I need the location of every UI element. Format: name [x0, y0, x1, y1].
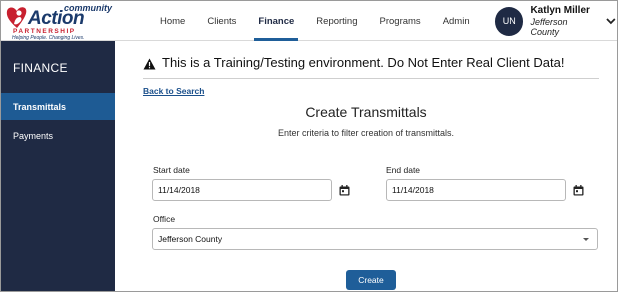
nav-clients[interactable]: Clients: [196, 1, 247, 41]
main-content: This is a Training/Testing environment. …: [115, 41, 617, 291]
calendar-icon[interactable]: [573, 185, 584, 196]
sidebar-item-transmittals[interactable]: Transmittals: [1, 93, 115, 120]
logo-text-action: Action: [28, 8, 85, 29]
office-select[interactable]: Jefferson County: [152, 228, 598, 250]
back-to-search-link[interactable]: Back to Search: [143, 86, 204, 96]
sidebar: FINANCE Transmittals Payments: [1, 41, 115, 291]
page-title: Create Transmittals: [305, 104, 427, 120]
logo[interactable]: community Action PARTNERSHIP Helping Peo…: [4, 3, 112, 41]
warning-text: This is a Training/Testing environment. …: [162, 55, 565, 70]
office-select-value: Jefferson County: [158, 234, 223, 244]
end-date-field[interactable]: 11/14/2018: [386, 179, 566, 201]
heart-person-icon: [6, 7, 27, 28]
user-menu[interactable]: UN Katlyn Miller Jefferson County: [495, 5, 617, 37]
app-window: community Action PARTNERSHIP Helping Peo…: [0, 0, 618, 292]
create-button[interactable]: Create: [346, 270, 396, 290]
logo-text-partnership: PARTNERSHIP: [13, 28, 76, 35]
user-info: Katlyn Miller Jefferson County: [530, 5, 597, 37]
avatar[interactable]: UN: [495, 6, 524, 36]
nav-home[interactable]: Home: [149, 1, 196, 41]
dropdown-arrow-icon: [583, 238, 589, 241]
sidebar-item-payments[interactable]: Payments: [1, 122, 115, 149]
end-date-label: End date: [386, 165, 421, 175]
warning-icon: [143, 58, 156, 70]
user-county: Jefferson County: [530, 17, 568, 37]
chevron-down-icon[interactable]: [605, 15, 617, 27]
sidebar-title: FINANCE: [13, 61, 68, 75]
nav-finance[interactable]: Finance: [247, 1, 305, 41]
start-date-label: Start date: [153, 165, 190, 175]
nav-admin[interactable]: Admin: [432, 1, 481, 41]
page-subtitle: Enter criteria to filter creation of tra…: [277, 128, 455, 138]
nav-programs[interactable]: Programs: [369, 1, 432, 41]
main-nav: Home Clients Finance Reporting Programs …: [149, 1, 481, 41]
user-name: Katlyn Miller: [530, 5, 590, 16]
training-warning-banner: This is a Training/Testing environment. …: [143, 55, 599, 79]
start-date-field[interactable]: 11/14/2018: [152, 179, 332, 201]
office-label: Office: [153, 214, 176, 224]
calendar-icon[interactable]: [339, 185, 350, 196]
nav-reporting[interactable]: Reporting: [305, 1, 368, 41]
top-bar: community Action PARTNERSHIP Helping Peo…: [1, 1, 617, 41]
